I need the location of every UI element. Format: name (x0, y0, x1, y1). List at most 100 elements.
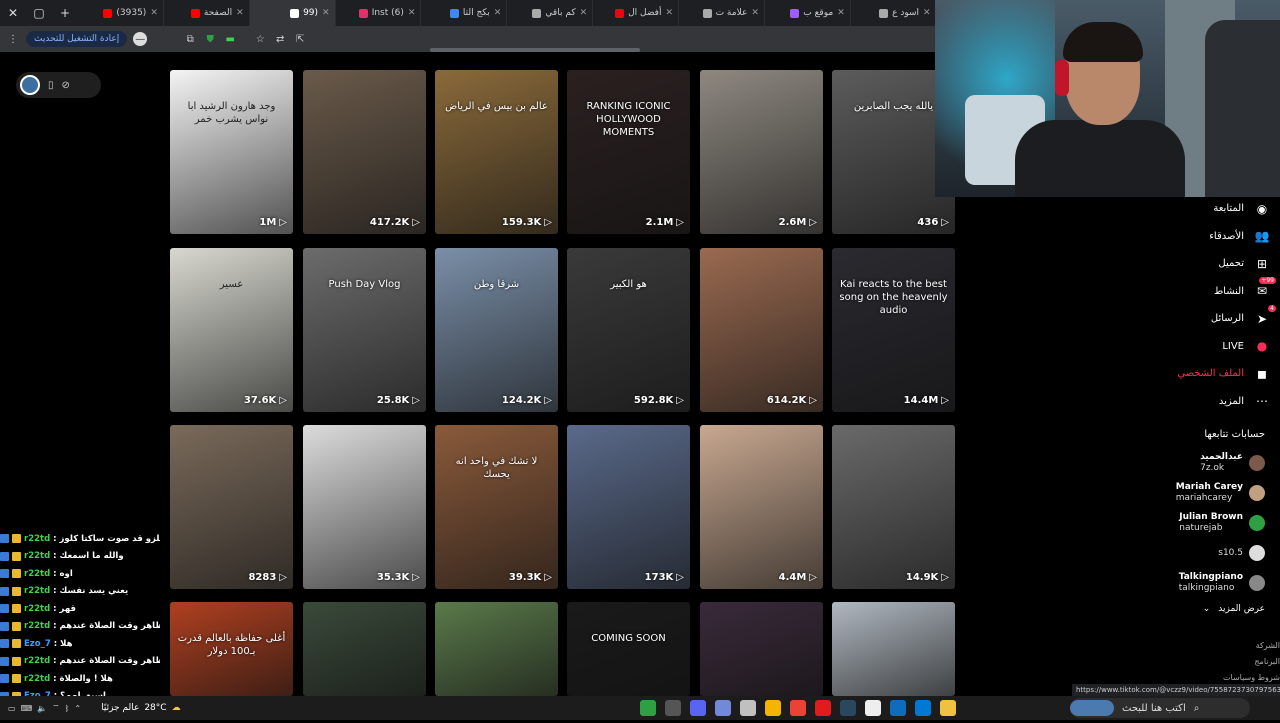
weather-widget[interactable]: ☁ 28°C عالم جزئيًا (101, 703, 180, 713)
close-tab-icon[interactable]: ✕ (322, 8, 330, 18)
avatar[interactable] (20, 75, 40, 95)
close-tab-icon[interactable]: ✕ (837, 8, 845, 18)
bluetooth-icon[interactable]: ᛒ (65, 704, 70, 713)
video-thumbnail[interactable]: أغلى حفاظة بالعالم قدرت بـ100 دولار (170, 602, 293, 696)
taskbar-app-icon[interactable] (840, 700, 856, 716)
tab[interactable]: ✕ بكج التا (421, 0, 508, 26)
nav-item[interactable]: ✉ 99+ النشاط (1160, 277, 1276, 306)
translate-icon[interactable]: ⇄ (273, 32, 287, 46)
taskbar-app-icon[interactable] (915, 700, 931, 716)
tab[interactable]: ✕ (6) Inst (336, 0, 422, 26)
close-tab-icon[interactable]: ✕ (751, 8, 759, 18)
taskbar-app-icon[interactable] (815, 700, 831, 716)
video-thumbnail[interactable]: 2.6M ▷ (700, 70, 823, 234)
tab[interactable]: ✕ أفضل ال (593, 0, 680, 26)
close-tab-icon[interactable]: ✕ (494, 8, 502, 18)
show-more-button[interactable]: عرض المزيد ⌄ (1150, 604, 1265, 614)
taskbar-app-icon[interactable] (665, 700, 681, 716)
video-thumbnail[interactable]: عالم بن بيس في الرياض 159.3K ▷ (435, 70, 558, 234)
share-icon[interactable]: ⇱ (293, 32, 307, 46)
tab[interactable]: ✕ علامة ت (679, 0, 765, 26)
update-restart-button[interactable]: إعادة التشغيل للتحديث (26, 31, 128, 47)
close-window-icon[interactable]: ✕ (0, 0, 26, 26)
video-thumbnail[interactable]: 4.4M ▷ (700, 425, 823, 589)
tab[interactable]: ✕ (99 (249, 0, 336, 26)
shield-icon[interactable]: ⛊ (203, 32, 217, 46)
followed-account[interactable]: Talkingpiano talkingpiano (1150, 568, 1265, 598)
tab[interactable]: ✕ اسود ع (851, 0, 937, 26)
chevron-up-icon[interactable]: ⌃ (74, 704, 81, 713)
taskbar-app-icon[interactable] (865, 700, 881, 716)
video-thumbnail[interactable] (435, 602, 558, 696)
close-tab-icon[interactable]: ✕ (408, 8, 416, 18)
video-thumbnail[interactable] (303, 602, 426, 696)
close-tab-icon[interactable]: ✕ (150, 8, 158, 18)
search-input[interactable]: اكتب هنا للبحث (1122, 703, 1186, 714)
nav-item[interactable]: ◉ المتابعة (1160, 195, 1270, 223)
compass-icon[interactable]: ⊘ (62, 80, 70, 91)
menu-dots-icon[interactable]: ⋮ (6, 32, 20, 46)
nav-item[interactable]: ⊞ تحميل (1160, 250, 1270, 278)
nav-item[interactable]: 👥 الأصدقاء (1160, 223, 1270, 251)
nav-item[interactable]: ● LIVE (1160, 333, 1270, 361)
taskbar-app-icon[interactable] (940, 700, 956, 716)
video-thumbnail[interactable] (832, 602, 955, 696)
video-thumbnail[interactable]: شرقا وطن 124.2K ▷ (435, 248, 558, 412)
wifi-icon[interactable]: ⌔ (52, 703, 60, 713)
nav-item[interactable]: ⋯ المزيد (1160, 388, 1270, 416)
close-tab-icon[interactable]: ✕ (665, 8, 673, 18)
video-thumbnail[interactable] (700, 602, 823, 696)
close-tab-icon[interactable]: ✕ (923, 8, 931, 18)
followed-account[interactable]: s10.5 (1150, 538, 1265, 568)
profile-circle-icon[interactable]: — (133, 32, 148, 46)
volume-icon[interactable]: 🔈 (37, 704, 47, 713)
video-thumbnail[interactable]: Push Day Vlog 25.8K ▷ (303, 248, 426, 412)
phone-icon[interactable]: ▯ (48, 80, 54, 91)
video-thumbnail[interactable]: عسير 37.6K ▷ (170, 248, 293, 412)
video-thumbnail[interactable]: 14.9K ▷ (832, 425, 955, 589)
video-thumbnail[interactable]: Kai reacts to the best song on the heave… (832, 248, 955, 412)
extension-icon[interactable]: ⧉ (183, 32, 197, 46)
video-thumbnail[interactable]: 417.2K ▷ (303, 70, 426, 234)
video-thumbnail[interactable]: لا تشك في واحد انه يحسك 39.3K ▷ (435, 425, 558, 589)
video-thumbnail[interactable]: 173K ▷ (567, 425, 690, 589)
followed-account[interactable]: عبدالحميد 7z.ok (1150, 448, 1265, 478)
url-bar[interactable] (430, 48, 640, 52)
keyboard-icon[interactable]: ⌨ (21, 704, 33, 713)
taskbar-app-icon[interactable] (740, 700, 756, 716)
video-thumbnail[interactable]: 614.2K ▷ (700, 248, 823, 412)
close-tab-icon[interactable]: ✕ (580, 8, 588, 18)
taskbar-app-icon[interactable] (690, 700, 706, 716)
footer-link[interactable]: الشركة (1200, 638, 1280, 654)
taskbar-app-icon[interactable] (890, 700, 906, 716)
nav-item[interactable]: ➤ 4 الرسائل (1160, 304, 1276, 333)
notification-icon[interactable]: ▭ (8, 704, 16, 713)
tab[interactable]: ✕ الصفحة (164, 0, 250, 26)
bookmark-star-icon[interactable]: ☆ (253, 32, 267, 46)
taskbar-app-icon[interactable] (765, 700, 781, 716)
tab[interactable]: ✕ (3935) (78, 0, 164, 26)
followed-account[interactable]: Mariah Carey mariahcarey (1150, 478, 1265, 508)
tab-search-icon[interactable]: ▢ (26, 0, 52, 26)
nav-item[interactable]: ◼ الملف الشخصي (1160, 360, 1270, 388)
video-thumbnail[interactable]: 8283 ▷ (170, 425, 293, 589)
video-thumbnail[interactable]: 35.3K ▷ (303, 425, 426, 589)
close-tab-icon[interactable]: ✕ (236, 8, 244, 18)
taskbar-app-icon[interactable] (790, 700, 806, 716)
footer-link[interactable]: البرنامج (1200, 654, 1280, 670)
taskbar-app-icon[interactable] (715, 700, 731, 716)
tab[interactable]: ✕ كم باقي (507, 0, 594, 26)
video-thumbnail[interactable]: RANKING ICONIC HOLLYWOOD MOMENTS 2.1M ▷ (567, 70, 690, 234)
video-thumbnail[interactable]: هو الكبير 592.8K ▷ (567, 248, 690, 412)
battery-icon[interactable]: ▬ (223, 32, 237, 46)
new-tab-icon[interactable]: + (52, 0, 78, 26)
left-profile-pill[interactable]: ▯ ⊘ (16, 72, 101, 98)
followed-account[interactable]: Julian Brown naturejab (1150, 508, 1265, 538)
video-thumbnail[interactable]: COMING SOON (567, 602, 690, 696)
taskbar-app-icon[interactable] (640, 700, 656, 716)
tab[interactable]: ✕ موقع ب (765, 0, 851, 26)
taskbar-search[interactable]: ⌕ اكتب هنا للبحث (1070, 698, 1250, 718)
video-thumbnail[interactable]: وجد هارون الرشيد ابا نواس يشرب خمر 1M ▷ (170, 70, 293, 234)
play-icon: ▷ (676, 395, 684, 406)
view-count: 39.3K ▷ (509, 572, 552, 583)
